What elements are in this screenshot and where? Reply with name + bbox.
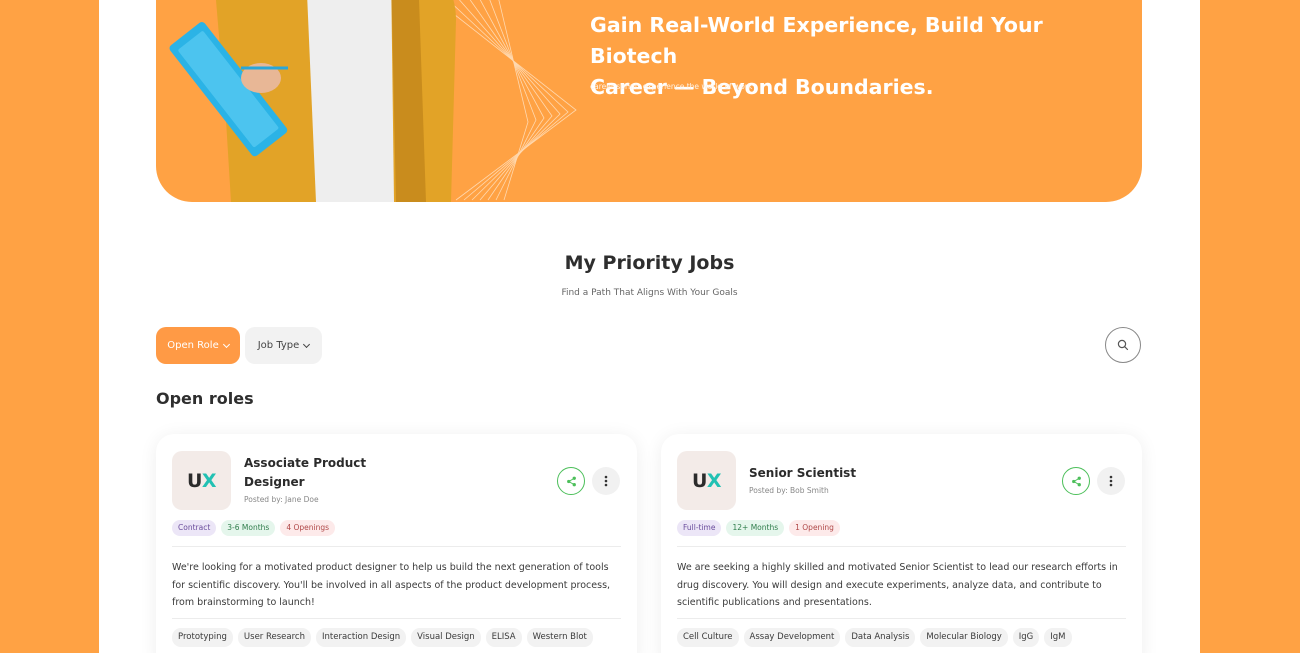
more-vertical-icon	[604, 475, 608, 487]
skill-tag: Prototyping	[172, 628, 233, 647]
skill-tag: IgM	[1044, 628, 1072, 647]
skill-tag: Cell Culture	[677, 628, 739, 647]
job-description: We're looking for a motivated product de…	[172, 562, 611, 608]
more-vertical-icon	[1109, 475, 1113, 487]
logo-letter: U	[186, 469, 202, 492]
divider	[172, 546, 621, 547]
more-options-button[interactable]	[1097, 467, 1125, 495]
logo-accent: X	[706, 469, 722, 492]
job-title[interactable]: Senior Scientist	[749, 464, 899, 483]
section-subtitle: Find a Path That Aligns With Your Goals	[561, 288, 738, 298]
chevron-down-icon	[222, 340, 230, 348]
divider	[677, 546, 1126, 547]
skill-tag: Visual Design	[411, 628, 481, 647]
share-button[interactable]	[557, 467, 585, 495]
job-type-filter-button[interactable]: Job Type	[245, 327, 322, 364]
logo-letter: U	[691, 469, 707, 492]
logo-accent: X	[201, 469, 217, 492]
more-options-button[interactable]	[592, 467, 620, 495]
employment-type-badge: Full-time	[677, 520, 722, 536]
open-roles-heading: Open roles	[156, 389, 254, 408]
job-card[interactable]: UX Senior Scientist Posted by: Bob Smith…	[661, 434, 1142, 653]
job-card[interactable]: UX Associate Product Designer Posted by:…	[156, 434, 637, 653]
employment-type-badge: Contract	[172, 520, 217, 536]
search-button[interactable]	[1105, 327, 1141, 363]
skill-tag: Data Analysis	[845, 628, 916, 647]
skill-tag: IgG	[1012, 628, 1040, 647]
posted-by: Posted by: Bob Smith	[749, 486, 829, 495]
open-role-filter-label: Open Role	[167, 340, 219, 351]
skill-tags: Cell Culture Assay Development Data Anal…	[677, 628, 1072, 647]
job-description: We are seeking a highly skilled and moti…	[677, 562, 1118, 608]
skill-tag: Western Blot	[526, 628, 593, 647]
job-badges: Full-time 12+ Months 1 Opening	[677, 520, 840, 536]
share-icon	[1071, 476, 1081, 486]
skill-tag: Assay Development	[743, 628, 841, 647]
duration-badge: 12+ Months	[726, 520, 785, 536]
duration-badge: 3-6 Months	[221, 520, 276, 536]
share-button[interactable]	[1062, 467, 1090, 495]
job-title[interactable]: Associate Product Designer	[244, 454, 394, 492]
share-icon	[566, 476, 576, 486]
open-role-filter-button[interactable]: Open Role	[156, 327, 240, 364]
company-logo: UX	[677, 451, 736, 510]
skill-tag: ELISA	[485, 628, 522, 647]
skill-tag: Molecular Biology	[920, 628, 1008, 647]
page: Gain Real-World Experience, Build Your B…	[99, 0, 1200, 653]
hero-person-image	[169, 0, 577, 202]
posted-by: Posted by: Jane Doe	[244, 495, 319, 504]
hero-banner: Gain Real-World Experience, Build Your B…	[156, 0, 1142, 202]
company-logo: UX	[172, 451, 231, 510]
hero-subtitle: career sprint: experience the world of w…	[590, 82, 753, 91]
divider	[677, 618, 1126, 619]
skill-tag: User Research	[237, 628, 311, 647]
search-icon	[1117, 339, 1129, 351]
chevron-down-icon	[303, 340, 311, 348]
section-title: My Priority Jobs	[564, 252, 735, 274]
divider	[172, 618, 621, 619]
skill-tags: Prototyping User Research Interaction De…	[172, 628, 593, 647]
skill-tag: Interaction Design	[316, 628, 407, 647]
openings-badge: 1 Opening	[789, 520, 840, 536]
job-badges: Contract 3-6 Months 4 Openings	[172, 520, 336, 536]
job-type-filter-label: Job Type	[257, 340, 300, 351]
openings-badge: 4 Openings	[280, 520, 336, 536]
